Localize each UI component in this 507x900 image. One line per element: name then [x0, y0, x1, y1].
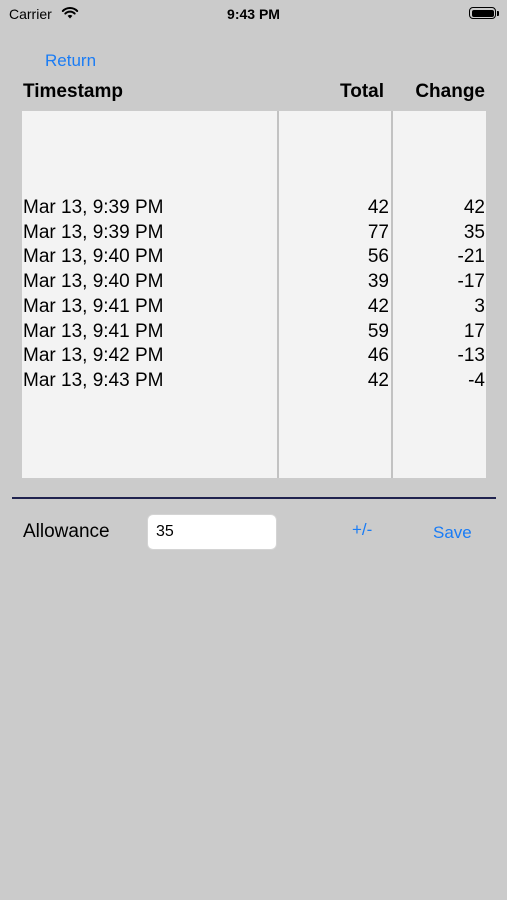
timestamp-cell: Mar 13, 9:41 PM	[23, 295, 164, 317]
change-cell: 3	[474, 295, 485, 317]
total-header: Total	[340, 81, 384, 102]
timestamp-cell: Mar 13, 9:43 PM	[23, 369, 164, 391]
save-button[interactable]: Save	[433, 523, 472, 543]
total-cell: 59	[367, 320, 389, 342]
change-cell: -21	[457, 246, 485, 268]
change-cell: -13	[457, 345, 485, 367]
change-column[interactable]: 42 35 -21 -17 3 17 -13 -4	[393, 111, 486, 478]
total-cell: 56	[367, 246, 389, 268]
total-cell: 46	[367, 345, 389, 367]
status-time: 9:43 PM	[227, 6, 280, 22]
timestamp-cell: Mar 13, 9:39 PM	[23, 221, 164, 243]
timestamp-cell: Mar 13, 9:42 PM	[23, 345, 164, 367]
total-cell: 39	[367, 271, 389, 293]
battery-tip	[497, 11, 499, 16]
timestamp-column[interactable]: Mar 13, 9:39 PM Mar 13, 9:39 PM Mar 13, 9:…	[22, 111, 279, 478]
timestamp-cell: Mar 13, 9:40 PM	[23, 246, 164, 268]
allowance-label: Allowance	[23, 521, 110, 542]
status-bar: Carrier 9:43 PM	[0, 0, 507, 28]
battery-icon	[469, 7, 496, 19]
timestamp-header: Timestamp	[23, 81, 123, 102]
change-cell: 17	[463, 320, 485, 342]
divider	[12, 497, 496, 499]
change-cell: -17	[457, 271, 485, 293]
timestamp-cell: Mar 13, 9:41 PM	[23, 320, 164, 342]
allowance-input[interactable]	[147, 514, 277, 550]
plus-minus-button[interactable]: +/-	[352, 520, 372, 540]
total-cell: 42	[367, 369, 389, 391]
change-header: Change	[415, 81, 485, 102]
timestamp-cell: Mar 13, 9:39 PM	[23, 197, 164, 218]
change-cell: 35	[463, 221, 485, 243]
timestamp-cell: Mar 13, 9:40 PM	[23, 271, 164, 293]
total-cell: 42	[367, 197, 389, 218]
total-column[interactable]: 42 77 56 39 42 59 46 42	[279, 111, 393, 478]
change-cell: 42	[463, 197, 485, 218]
change-cell: -4	[468, 369, 485, 391]
total-cell: 42	[367, 295, 389, 317]
return-button[interactable]: Return	[45, 51, 96, 71]
total-cell: 77	[367, 221, 389, 243]
